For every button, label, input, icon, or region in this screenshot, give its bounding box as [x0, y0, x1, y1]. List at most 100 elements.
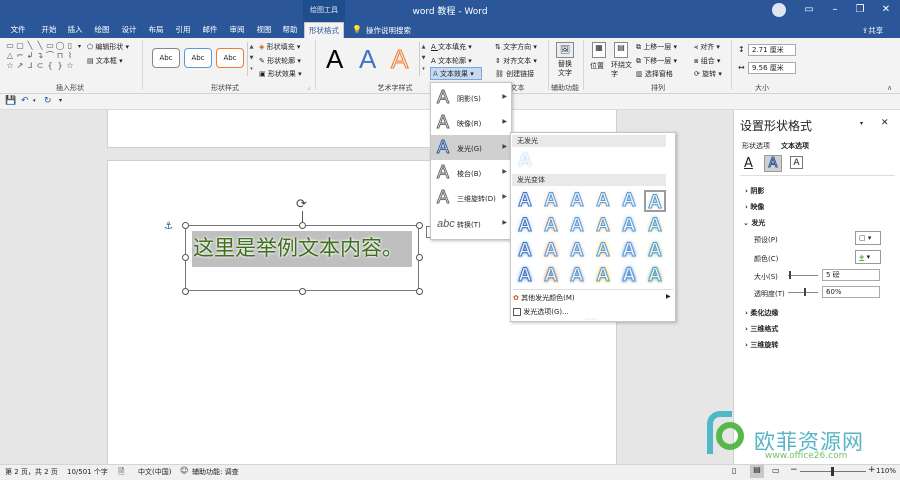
shapes-gallery[interactable]: ▭ ▢ ╲ ╲ ▭ ◯ ▯ △ ⌐ ↲ ↴ ⌒ ⊓ ⌇ ☆ ↗ ᒧ ⊂{} ☆	[5, 41, 85, 71]
restore-icon[interactable]: ❐	[852, 3, 868, 17]
send-backward-button[interactable]: ⧉ 下移一层 ▾	[636, 56, 677, 66]
language-status[interactable]: 中文(中国)	[138, 467, 171, 477]
glow-variant-option[interactable]: A	[514, 190, 536, 212]
tab-insert[interactable]: 插入	[62, 22, 88, 38]
tab-home[interactable]: 开始	[36, 22, 62, 38]
glow-variant-option[interactable]: A	[618, 215, 640, 237]
glow-variant-option[interactable]: A	[566, 265, 588, 287]
bring-forward-button[interactable]: ⧉ 上移一层 ▾	[636, 42, 677, 52]
wrap-text-icon[interactable]: ▤	[614, 42, 628, 58]
shape-width-input[interactable]: 9.56 厘米	[748, 62, 796, 74]
menu-item-shadow[interactable]: A 阴影(S) ▶	[431, 85, 511, 110]
pane-close-icon[interactable]: ✕	[881, 118, 889, 128]
zoom-out-icon[interactable]: −	[790, 465, 798, 475]
wordart-style-black[interactable]: A	[326, 42, 343, 76]
menu-item-bevel[interactable]: A 棱台(B) ▶	[431, 160, 511, 185]
zoom-slider-thumb[interactable]	[831, 467, 834, 476]
tab-design[interactable]: 设计	[116, 22, 142, 38]
word-count[interactable]: 10/501 个字	[67, 467, 108, 477]
shape-styles-launcher-icon[interactable]: ⌟	[307, 84, 310, 91]
glow-color-dropdown[interactable]: ◈ ▾	[855, 250, 881, 264]
resize-handle[interactable]	[182, 222, 189, 229]
textbox-layout-icon[interactable]: A	[790, 156, 803, 169]
tab-mailings[interactable]: 邮件	[197, 22, 223, 38]
create-link-button[interactable]: ⛓ 创建链接	[495, 69, 534, 79]
save-icon[interactable]: 💾	[5, 96, 16, 106]
glow-variant-option[interactable]: A	[566, 215, 588, 237]
read-mode-icon[interactable]: ▯	[732, 466, 736, 475]
glow-variant-option[interactable]: A	[566, 190, 588, 212]
glow-variant-option[interactable]: A	[618, 265, 640, 287]
align-button[interactable]: ⫷ 对齐 ▾	[694, 42, 720, 52]
glow-variant-option[interactable]: A	[540, 265, 562, 287]
tab-file[interactable]: 文件	[5, 22, 31, 38]
wrap-text-label[interactable]: 环绕文字	[611, 61, 633, 79]
menu-item-3d-rotation[interactable]: A 三维旋转(D) ▶	[431, 185, 511, 210]
group-button[interactable]: ⧈ 组合 ▾	[694, 56, 720, 66]
web-layout-icon[interactable]: ▭	[772, 466, 780, 475]
collapse-ribbon-icon[interactable]: ∧	[887, 84, 892, 92]
tell-me-search[interactable]: 操作说明搜索	[366, 25, 411, 36]
text-effects-tab-icon[interactable]: A	[764, 155, 782, 172]
glow-variant-option[interactable]: A	[540, 240, 562, 262]
glow-variant-option[interactable]: A	[592, 265, 614, 287]
zoom-in-icon[interactable]: +	[868, 465, 876, 475]
menu-item-transform[interactable]: abc 转换(T) ▶	[431, 211, 511, 236]
section-shadow[interactable]: › 阴影	[745, 186, 764, 196]
glow-variant-option[interactable]: A	[592, 190, 614, 212]
position-label[interactable]: 位置	[590, 61, 604, 71]
tab-shape-options[interactable]: 形状选项	[742, 141, 770, 151]
accessibility-status[interactable]: 辅助功能: 调查	[192, 467, 239, 477]
undo-dropdown-icon[interactable]: ▾	[33, 98, 36, 104]
size-slider-track[interactable]	[788, 275, 818, 276]
shape-fill-button[interactable]: ◈ 形状填充 ▾	[259, 42, 300, 52]
shape-height-input[interactable]: 2.71 厘米	[748, 44, 796, 56]
resize-handle[interactable]	[416, 288, 423, 295]
textbox-content[interactable]: 这里是举例文本内容。	[193, 232, 403, 262]
rotate-button[interactable]: ⟳ 旋转 ▾	[694, 69, 722, 79]
section-reflection[interactable]: › 映像	[745, 202, 764, 212]
print-layout-icon[interactable]: ▤	[750, 465, 764, 478]
shape-style-swatch-3[interactable]: Abc	[216, 48, 244, 68]
shape-outline-button[interactable]: ✎ 形状轮廓 ▾	[259, 56, 301, 66]
glow-variant-option[interactable]: A	[514, 265, 536, 287]
selection-pane-button[interactable]: ▥ 选择窗格	[636, 69, 673, 79]
close-icon[interactable]: ✕	[878, 3, 894, 17]
shape-styles-scroll[interactable]: ▲ ▼ ▾	[247, 42, 255, 76]
wordart-style-orange[interactable]: A	[390, 42, 408, 76]
glow-variant-option[interactable]: A	[540, 215, 562, 237]
tab-help[interactable]: 帮助	[277, 22, 303, 38]
alt-text-label[interactable]: 替换文字	[556, 60, 574, 78]
section-3d-format[interactable]: › 三维格式	[745, 324, 778, 334]
resize-handle[interactable]	[416, 254, 423, 261]
menu-item-reflection[interactable]: A 映像(R) ▶	[431, 110, 511, 135]
section-glow[interactable]: ⌄ 发光	[743, 218, 765, 228]
shape-style-swatch-2[interactable]: Abc	[184, 48, 212, 68]
glow-variant-option[interactable]: A	[618, 240, 640, 262]
glow-preset-dropdown[interactable]: ▢ ▾	[855, 231, 881, 245]
text-direction-button[interactable]: ⇅ 文字方向 ▾	[495, 42, 537, 52]
share-button[interactable]: ⇪共享	[862, 25, 883, 36]
resize-handle[interactable]	[416, 222, 423, 229]
section-soft-edges[interactable]: › 柔化边缘	[745, 308, 778, 318]
glow-variant-option[interactable]: A	[618, 190, 640, 212]
zoom-level[interactable]: 110%	[876, 467, 896, 475]
transparency-slider-thumb[interactable]	[804, 288, 806, 296]
wordart-scroll[interactable]: ▲ ▼ ▾	[419, 42, 427, 76]
shapes-gallery-more-icon[interactable]: ▾	[78, 43, 81, 50]
glow-variant-option[interactable]: A	[514, 240, 536, 262]
alt-text-icon[interactable]: 🖼	[556, 42, 574, 58]
glow-options-item[interactable]: 发光选项(G)...	[513, 307, 569, 317]
rotation-handle-icon[interactable]: ⟳	[296, 197, 307, 212]
glow-variant-option[interactable]: A	[540, 190, 562, 212]
shape-style-swatch-1[interactable]: Abc	[152, 48, 180, 68]
resize-handle[interactable]	[182, 288, 189, 295]
glow-variant-option[interactable]: A	[644, 265, 666, 287]
tab-draw[interactable]: 绘图	[89, 22, 115, 38]
page-count[interactable]: 第 2 页，共 2 页	[5, 467, 58, 477]
tab-shape-format[interactable]: 形状格式	[304, 22, 344, 38]
glow-variant-option[interactable]: A	[644, 240, 666, 262]
minimize-icon[interactable]: –	[827, 3, 843, 17]
tab-references[interactable]: 引用	[170, 22, 196, 38]
tab-layout[interactable]: 布局	[143, 22, 169, 38]
